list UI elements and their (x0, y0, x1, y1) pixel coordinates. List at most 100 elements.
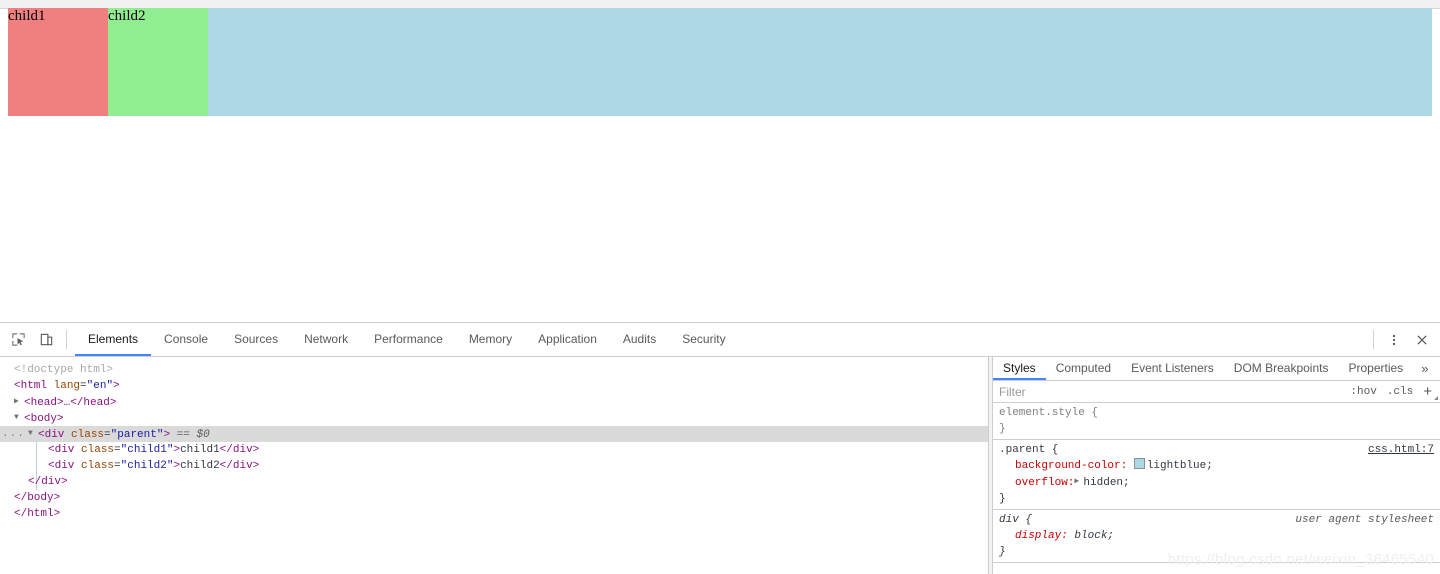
rule-parent-header: .parent { css.html:7 (999, 442, 1440, 458)
rule-parent-close: } (999, 492, 1006, 505)
child1-class-attr-name: class (81, 444, 115, 456)
tab-computed[interactable]: Computed (1046, 357, 1121, 380)
decl-display: display: block; (999, 528, 1440, 544)
browser-page-viewport: child1 child2 (0, 0, 1440, 322)
new-style-rule-button[interactable]: + (1418, 384, 1440, 400)
tab-event-listeners[interactable]: Event Listeners (1121, 357, 1224, 380)
tab-network[interactable]: Network (291, 323, 361, 356)
child1-close-tag: </div> (219, 444, 260, 456)
child2-div: child2 (108, 8, 208, 116)
inspect-element-glyph (11, 333, 25, 346)
devtools-body: <!doctype html> <html lang="en"> ▶ <head>… (0, 357, 1440, 574)
close-icon[interactable] (1408, 323, 1436, 356)
cls-toggle-button[interactable]: .cls (1382, 386, 1418, 398)
decl-background-color[interactable]: background-color: lightblue; (999, 458, 1440, 474)
body-open-tag: <body> (24, 412, 64, 425)
tab-dom-breakpoints[interactable]: DOM Breakpoints (1224, 357, 1339, 380)
decl-overflow-value[interactable]: hidden; (1083, 477, 1129, 489)
styles-tab-strip: Styles Computed Event Listeners DOM Brea… (993, 357, 1440, 381)
tab-elements[interactable]: Elements (75, 323, 152, 356)
parent-close-tag: </div> (28, 476, 68, 488)
rule-div-header: div { user agent stylesheet (999, 512, 1440, 528)
tab-sources[interactable]: Sources (221, 323, 291, 356)
styles-pane: Styles Computed Event Listeners DOM Brea… (993, 357, 1440, 574)
parent-class-attr-value: "parent" (110, 428, 164, 441)
child1-open-tag: <div (48, 444, 75, 456)
chevron-down-icon-parent[interactable]: ▼ (28, 426, 38, 442)
toolbar-right-controls (1367, 323, 1436, 356)
rule-div-user-agent[interactable]: div { user agent stylesheet display: blo… (993, 510, 1440, 563)
css-rules-list: element.style { } .parent { css.html:7 b… (993, 403, 1440, 563)
tab-security[interactable]: Security (669, 323, 738, 356)
dom-tree-pane[interactable]: <!doctype html> <html lang="en"> ▶ <head>… (0, 357, 988, 574)
color-swatch-lightblue[interactable] (1133, 458, 1145, 469)
child2-class-attr-value: "child2" (120, 460, 174, 472)
child2-close-tag: </div> (219, 460, 260, 472)
rule-div-origin-label: user agent stylesheet (1295, 513, 1434, 526)
tab-audits[interactable]: Audits (610, 323, 669, 356)
head-collapsed-text: <head>…</head> (24, 396, 117, 409)
child2-text-node: child2 (180, 460, 220, 472)
child2-class-attr-name: class (81, 460, 115, 472)
more-options-glyph (1392, 334, 1396, 345)
toolbar-separator (66, 330, 67, 349)
tab-styles[interactable]: Styles (993, 357, 1046, 380)
dom-row-html-close[interactable]: </html> (0, 506, 988, 522)
more-options-icon[interactable] (1380, 323, 1408, 356)
more-tabs-icon[interactable]: » (1413, 357, 1436, 380)
rule-element-style[interactable]: element.style { } (993, 403, 1440, 440)
child1-class-attr-value: "child1" (120, 444, 174, 456)
styles-filter-input[interactable] (993, 381, 1346, 402)
parent-open-tag: <div (38, 428, 65, 441)
rule-element-style-close: } (999, 423, 1006, 435)
rule-parent-selector[interactable]: .parent { (999, 444, 1058, 456)
dom-row-body-open[interactable]: ▼ <body> (0, 410, 988, 426)
child2-open-tag: <div (48, 460, 75, 472)
chevron-right-icon[interactable]: ▶ (14, 394, 24, 410)
dom-row-head[interactable]: ▶ <head>…</head> (0, 394, 988, 410)
rule-div-close: } (999, 545, 1006, 558)
toolbar-right-separator (1373, 330, 1374, 349)
dom-row-parent-selected[interactable]: ... ▼ <div class="parent"> == $0 (0, 426, 988, 442)
rule-parent[interactable]: .parent { css.html:7 background-color: l… (993, 440, 1440, 510)
dom-tree: <!doctype html> <html lang="en"> ▶ <head>… (0, 362, 988, 522)
selected-node-ref: == $0 (176, 428, 210, 441)
body-close-tag: </body> (14, 492, 61, 504)
device-toolbar-glyph (40, 333, 52, 346)
dom-row-child1[interactable]: <div class="child1">child1</div> (0, 442, 988, 490)
html-close-tag: </html> (14, 508, 61, 520)
devtools-toolbar: Elements Console Sources Network Perform… (0, 323, 1440, 357)
decl-overflow[interactable]: overflow:▶ hidden; (999, 474, 1440, 491)
html-lang-attr-name: lang (53, 380, 81, 392)
decl-background-color-property: background-color: (1015, 460, 1128, 472)
dom-row-body-close[interactable]: </body> (0, 490, 988, 506)
tab-properties[interactable]: Properties (1338, 357, 1413, 380)
inspect-element-icon[interactable] (4, 323, 32, 356)
parent-div: child1 child2 (8, 8, 1432, 116)
rule-element-style-selector[interactable]: element.style { (999, 407, 1098, 419)
device-toolbar-icon[interactable] (32, 323, 60, 356)
child1-div: child1 (8, 8, 108, 116)
close-glyph (1417, 334, 1427, 345)
html-tag-open: <html (14, 380, 48, 392)
dom-row-child2[interactable]: <div class="child2">child2</div> (0, 458, 988, 474)
dom-row-parent-close[interactable]: </div> (0, 474, 988, 490)
devtools-panel: Elements Console Sources Network Perform… (0, 322, 1440, 574)
html-lang-attr-value: "en" (86, 380, 114, 392)
chevron-down-icon-body[interactable]: ▼ (14, 410, 24, 426)
dom-row-doctype[interactable]: <!doctype html> (0, 362, 988, 378)
decl-background-color-value[interactable]: lightblue; (1147, 460, 1213, 472)
rule-parent-source-link[interactable]: css.html:7 (1368, 442, 1434, 458)
styles-filter-bar: :hov .cls + (993, 381, 1440, 403)
tab-memory[interactable]: Memory (456, 323, 525, 356)
node-badge-icon[interactable]: ... (2, 426, 25, 442)
doctype-text: <!doctype html> (14, 364, 114, 376)
rule-div-selector: div { (999, 513, 1033, 526)
parent-class-attr-name: class (71, 428, 105, 441)
tab-console[interactable]: Console (151, 323, 221, 356)
tab-application[interactable]: Application (525, 323, 610, 356)
tab-performance[interactable]: Performance (361, 323, 456, 356)
hov-toggle-button[interactable]: :hov (1345, 386, 1381, 398)
dom-row-html-open[interactable]: <html lang="en"> (0, 378, 988, 394)
decl-overflow-property: overflow: (1015, 476, 1075, 489)
